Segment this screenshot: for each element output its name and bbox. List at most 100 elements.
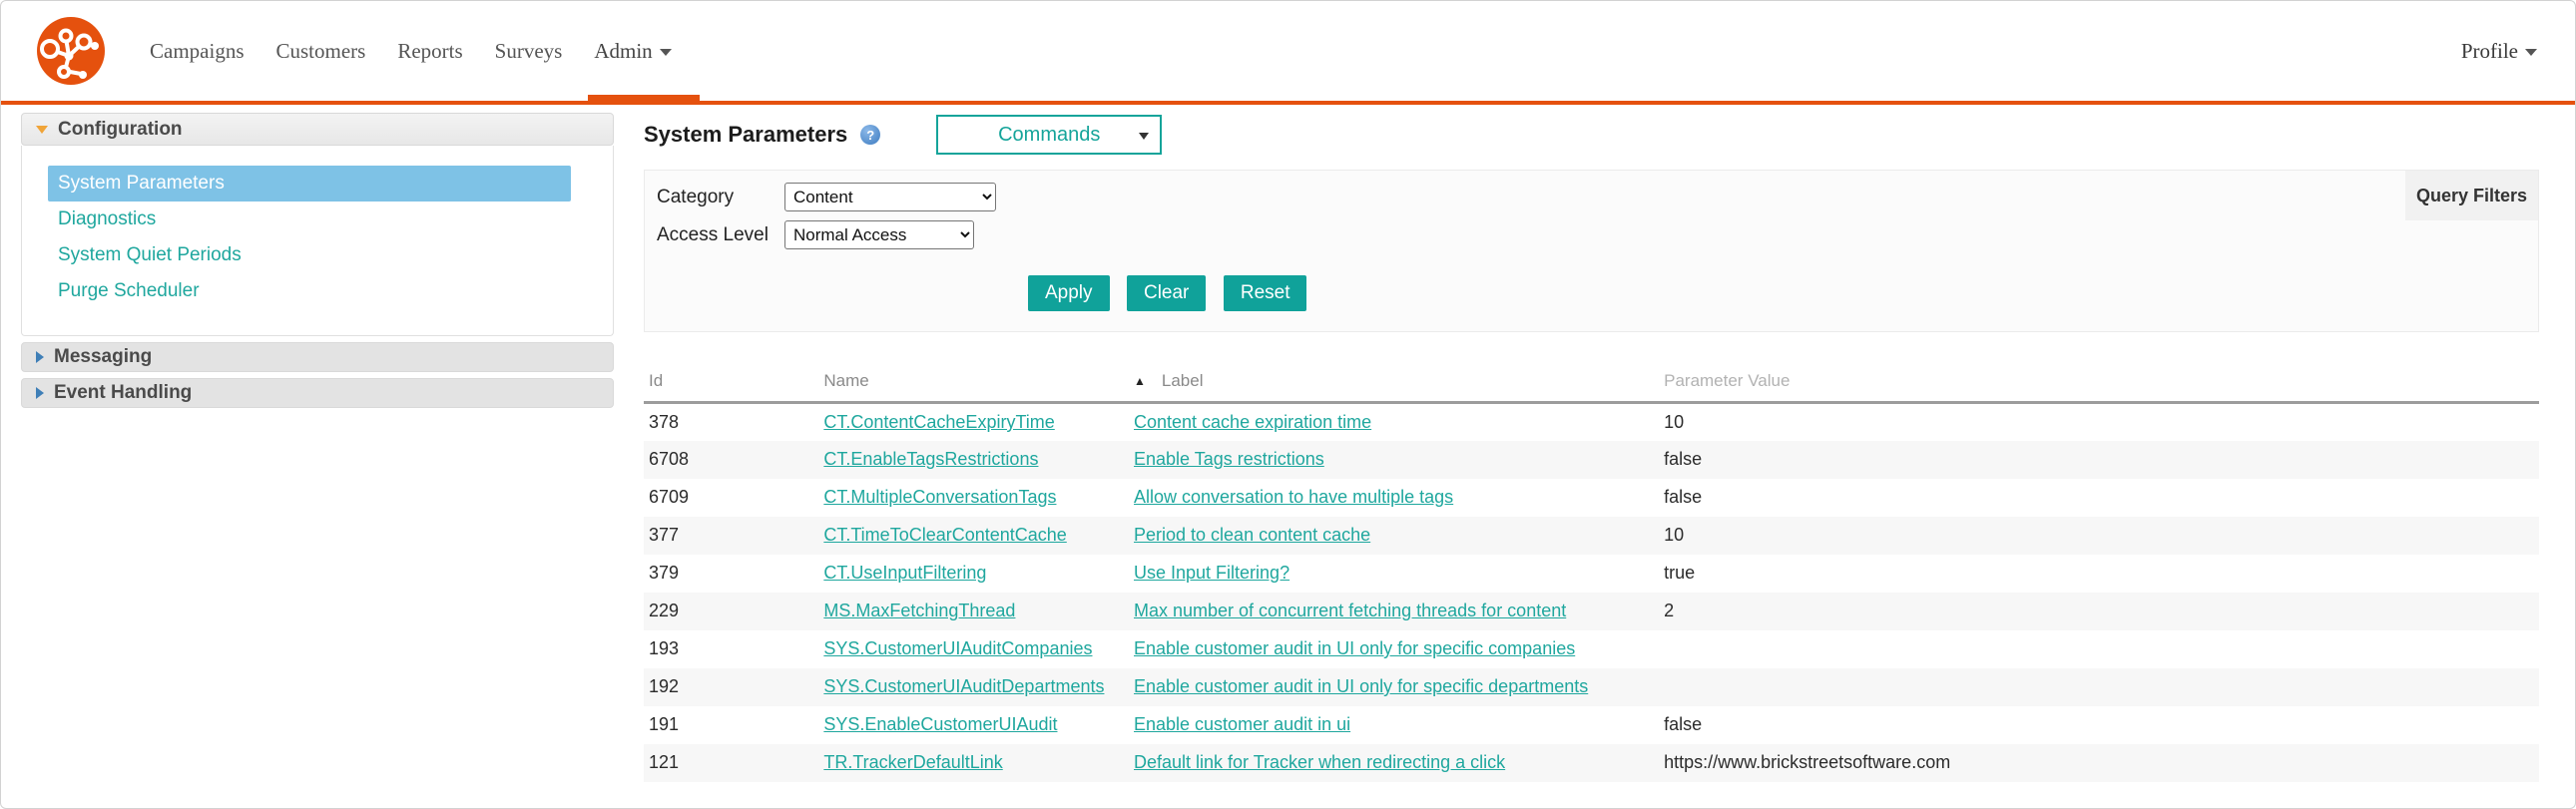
cell-name: CT.ContentCacheExpiryTime <box>818 403 1129 441</box>
nav-item-customers[interactable]: Customers <box>276 1 366 101</box>
cell-parameter-value: false <box>1664 714 1703 734</box>
column-header-label[interactable]: ▲ Label <box>1129 365 1660 404</box>
parameter-label-link[interactable]: Enable customer audit in UI only for spe… <box>1134 676 1588 696</box>
nav-item-admin[interactable]: Admin <box>588 1 701 105</box>
cell-parameter-value: true <box>1664 563 1696 583</box>
table-header-row: Id Name ▲ Label Parameter Value <box>644 365 2539 404</box>
nav-item-surveys[interactable]: Surveys <box>495 1 563 101</box>
triangle-right-icon <box>36 387 44 399</box>
parameter-label-link[interactable]: Enable Tags restrictions <box>1134 449 1324 469</box>
cell-name: TR.TrackerDefaultLink <box>818 744 1129 782</box>
sidebar-item-purge-scheduler[interactable]: Purge Scheduler <box>48 273 571 309</box>
profile-menu[interactable]: Profile <box>2461 39 2537 64</box>
cell-parameter-value: 10 <box>1664 525 1685 545</box>
sidebar-item-system-quiet-periods[interactable]: System Quiet Periods <box>48 237 571 273</box>
accordion-messaging[interactable]: Messaging <box>21 342 614 372</box>
cell-parameter-value: 2 <box>1664 601 1675 620</box>
table-row: 379 CT.UseInputFiltering Use Input Filteri… <box>644 555 2539 593</box>
parameter-name-link[interactable]: CT.TimeToClearContentCache <box>823 525 1066 545</box>
category-select[interactable]: Content <box>784 183 996 211</box>
parameter-name-link[interactable]: CT.ContentCacheExpiryTime <box>823 412 1054 432</box>
cell-parameter-value <box>1659 630 2539 668</box>
cell-name: CT.TimeToClearContentCache <box>818 517 1129 555</box>
parameter-label-link[interactable]: Max number of concurrent fetching thread… <box>1134 601 1566 620</box>
cell-name: SYS.CustomerUIAuditCompanies <box>818 630 1129 668</box>
column-header-name[interactable]: Name <box>818 365 1129 404</box>
parameter-label-link[interactable]: Content cache expiration time <box>1134 412 1371 432</box>
cell-label: Content cache expiration time <box>1129 403 1659 441</box>
table-row: 378 CT.ContentCacheExpiryTime Content cach… <box>644 403 2539 441</box>
sidebar-item-system-parameters[interactable]: System Parameters <box>48 166 571 202</box>
cell-parameter-value: false <box>1664 487 1703 507</box>
category-label: Category <box>657 186 735 207</box>
sidebar-item-diagnostics[interactable]: Diagnostics <box>48 202 571 237</box>
title-row: System Parameters ? Commands <box>644 115 2539 155</box>
table-row: 6709 CT.MultipleConversationTags Allow con… <box>644 479 2539 517</box>
cell-id: 121 <box>649 752 680 772</box>
active-tab-indicator <box>588 95 701 105</box>
column-header-id[interactable]: Id <box>644 365 819 404</box>
parameter-label-link[interactable]: Enable customer audit in UI only for spe… <box>1134 638 1575 658</box>
parameter-name-link[interactable]: SYS.CustomerUIAuditCompanies <box>823 638 1092 658</box>
content-area: Configuration System Parameters Diagnost… <box>1 105 2575 782</box>
cell-label: Enable customer audit in ui <box>1129 706 1659 744</box>
sidebar-item-label: System Quiet Periods <box>58 244 242 265</box>
nav-item-label: Surveys <box>494 38 563 63</box>
cell-id: 377 <box>649 525 680 545</box>
parameter-label-link[interactable]: Default link for Tracker when redirectin… <box>1134 752 1505 772</box>
main-menu: Campaigns Customers Reports Surveys Admi… <box>150 1 704 105</box>
accordion-label: Messaging <box>54 346 153 367</box>
table-row: 121 TR.TrackerDefaultLink Default link for… <box>644 743 2539 782</box>
chevron-down-icon <box>1139 133 1150 140</box>
parameter-label-link[interactable]: Period to clean content cache <box>1134 525 1370 545</box>
cell-name: CT.MultipleConversationTags <box>818 479 1129 517</box>
table-row: 6708 CT.EnableTagsRestrictions Enable Tags… <box>644 440 2539 479</box>
filter-panel: Query Filters Category Content Access Le… <box>644 170 2539 332</box>
profile-label: Profile <box>2460 38 2518 63</box>
parameter-label-link[interactable]: Allow conversation to have multiple tags <box>1134 487 1453 507</box>
parameter-name-link[interactable]: SYS.CustomerUIAuditDepartments <box>823 676 1104 696</box>
reset-button[interactable]: Reset <box>1223 275 1307 311</box>
parameter-name-link[interactable]: TR.TrackerDefaultLink <box>823 752 1002 772</box>
table-row: 377 CT.TimeToClearContentCache Period to c… <box>644 516 2539 555</box>
top-navigation-bar: Campaigns Customers Reports Surveys Admi… <box>1 1 2575 105</box>
column-header-text: Label <box>1161 371 1204 390</box>
query-filters-button[interactable]: Query Filters <box>2405 171 2538 220</box>
help-icon[interactable]: ? <box>860 125 881 145</box>
accordion-configuration[interactable]: Configuration <box>21 113 614 146</box>
cell-label: Max number of concurrent fetching thread… <box>1129 593 1659 630</box>
cell-name: SYS.EnableCustomerUIAudit <box>818 706 1129 744</box>
sidebar-item-label: Purge Scheduler <box>58 280 200 301</box>
parameter-label-link[interactable]: Use Input Filtering? <box>1134 563 1289 583</box>
table-row: 191 SYS.EnableCustomerUIAudit Enable custo… <box>644 706 2539 744</box>
parameter-name-link[interactable]: CT.UseInputFiltering <box>823 563 986 583</box>
cell-id: 378 <box>649 411 680 432</box>
nav-item-reports[interactable]: Reports <box>397 1 462 101</box>
table-row: 192 SYS.CustomerUIAuditDepartments Enable … <box>644 667 2539 706</box>
clear-button[interactable]: Clear <box>1126 275 1207 311</box>
cell-label: Default link for Tracker when redirectin… <box>1129 744 1659 782</box>
cell-label: Allow conversation to have multiple tags <box>1129 479 1659 517</box>
parameter-label-link[interactable]: Enable customer audit in ui <box>1134 714 1350 734</box>
cell-label: Enable Tags restrictions <box>1129 441 1659 479</box>
cell-name: CT.UseInputFiltering <box>818 555 1129 593</box>
cell-name: SYS.CustomerUIAuditDepartments <box>818 668 1129 706</box>
brand-logo-icon[interactable] <box>36 16 106 86</box>
triangle-down-icon <box>36 125 48 134</box>
cell-name: CT.EnableTagsRestrictions <box>818 441 1129 479</box>
cell-id: 6708 <box>649 449 690 469</box>
access-level-select[interactable]: Normal Access <box>784 220 974 249</box>
sidebar-item-label: System Parameters <box>58 173 225 194</box>
parameter-name-link[interactable]: SYS.EnableCustomerUIAudit <box>823 714 1057 734</box>
page-title: System Parameters <box>644 122 848 147</box>
app-window: Campaigns Customers Reports Surveys Admi… <box>0 0 2576 809</box>
commands-dropdown[interactable]: Commands <box>936 115 1163 155</box>
cell-id: 229 <box>649 601 680 620</box>
nav-item-campaigns[interactable]: Campaigns <box>150 1 245 101</box>
column-header-parameter-value: Parameter Value <box>1659 365 2539 404</box>
parameter-name-link[interactable]: CT.MultipleConversationTags <box>823 487 1056 507</box>
accordion-event-handling[interactable]: Event Handling <box>21 378 614 408</box>
apply-button[interactable]: Apply <box>1028 275 1110 311</box>
parameter-name-link[interactable]: MS.MaxFetchingThread <box>823 601 1015 620</box>
parameter-name-link[interactable]: CT.EnableTagsRestrictions <box>823 449 1038 469</box>
